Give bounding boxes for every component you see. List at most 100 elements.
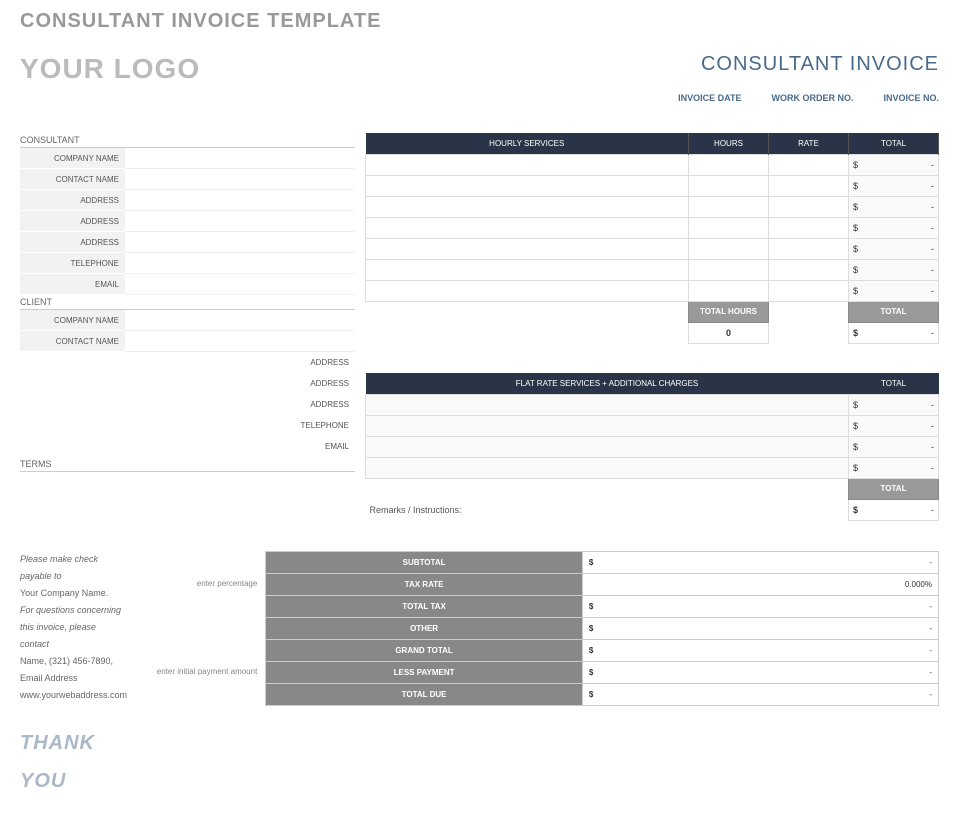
remarks-label: Remarks / Instructions:	[366, 499, 849, 520]
totaldue-row: TOTAL DUE$-	[266, 683, 939, 705]
row-total-cell: $-	[849, 259, 939, 280]
header-row: YOUR LOGO CONSULTANT INVOICE	[20, 53, 939, 85]
invoice-document: CONSULTANT INVOICE TEMPLATE YOUR LOGO CO…	[0, 0, 959, 820]
client-contact-input[interactable]	[125, 331, 355, 352]
consultant-address3-input[interactable]	[125, 232, 355, 253]
service-cell[interactable]	[366, 217, 689, 238]
service-cell[interactable]	[366, 259, 689, 280]
consultant-telephone-input[interactable]	[125, 253, 355, 274]
service-cell[interactable]	[366, 196, 689, 217]
rate-cell[interactable]	[769, 238, 849, 259]
consultant-email-input[interactable]	[125, 274, 355, 295]
invoice-no-col: INVOICE NO.	[883, 93, 939, 103]
rate-cell[interactable]	[769, 259, 849, 280]
consultant-company-input[interactable]	[125, 148, 355, 169]
total-header: TOTAL	[849, 133, 939, 154]
lesspayment-label: LESS PAYMENT	[266, 661, 583, 683]
hours-cell[interactable]	[689, 280, 769, 301]
hours-cell[interactable]	[689, 196, 769, 217]
flat-service-cell[interactable]	[366, 436, 849, 457]
flat-total-label-row: TOTAL	[366, 478, 939, 499]
document-type: CONSULTANT INVOICE	[701, 53, 939, 76]
label-email: EMAIL	[20, 274, 125, 295]
flat-service-cell[interactable]	[366, 394, 849, 415]
subtotal-value: $-	[582, 551, 938, 573]
client-company-input[interactable]	[125, 310, 355, 331]
totaltax-label: TOTAL TAX	[266, 595, 583, 617]
label-contact: CONTACT NAME	[20, 331, 125, 352]
flat-row: $-	[366, 436, 939, 457]
logo-placeholder: YOUR LOGO	[20, 53, 200, 85]
enter-percentage-hint: enter percentage	[127, 573, 257, 595]
totaltax-value: $-	[582, 595, 938, 617]
subtotal-row: SUBTOTAL$-	[266, 551, 939, 573]
label-contact: CONTACT NAME	[20, 169, 125, 190]
label-telephone: TELEPHONE	[20, 421, 355, 430]
hourly-row: $-	[366, 154, 939, 175]
flat-grand-total: $-	[849, 499, 939, 520]
hourly-row: $-	[366, 217, 939, 238]
work-order-label: WORK ORDER NO.	[771, 93, 853, 103]
hours-cell[interactable]	[689, 238, 769, 259]
service-cell[interactable]	[366, 238, 689, 259]
row-total-cell: $-	[849, 196, 939, 217]
row-total-cell: $-	[849, 154, 939, 175]
service-cell[interactable]	[366, 175, 689, 196]
totals-area: enter percentage enter initial payment a…	[127, 551, 939, 706]
hourly-row: $-	[366, 280, 939, 301]
hours-cell[interactable]	[689, 175, 769, 196]
flat-row: $-	[366, 394, 939, 415]
lesspayment-value[interactable]: $-	[582, 661, 938, 683]
flat-service-cell[interactable]	[366, 457, 849, 478]
rate-cell[interactable]	[769, 175, 849, 196]
totaltax-row: TOTAL TAX$-	[266, 595, 939, 617]
consultant-address1-input[interactable]	[125, 190, 355, 211]
consultant-contact-input[interactable]	[125, 169, 355, 190]
hint-column: enter percentage enter initial payment a…	[127, 551, 265, 705]
taxrate-value[interactable]: 0.000%	[582, 573, 938, 595]
lesspayment-row: LESS PAYMENT$-	[266, 661, 939, 683]
hourly-header-row: HOURLY SERVICES HOURS RATE TOTAL	[366, 133, 939, 154]
consultant-company-row: COMPANY NAME	[20, 148, 355, 169]
work-order-col: WORK ORDER NO.	[771, 93, 853, 103]
flat-total-header: TOTAL	[849, 373, 939, 394]
taxrate-row: TAX RATE0.000%	[266, 573, 939, 595]
label-address: ADDRESS	[20, 400, 355, 409]
label-company: COMPANY NAME	[20, 148, 125, 169]
label-telephone: TELEPHONE	[20, 253, 125, 274]
enter-initial-hint: enter initial payment amount	[127, 661, 257, 683]
rate-cell[interactable]	[769, 196, 849, 217]
consultant-address3-row: ADDRESS	[20, 232, 355, 253]
hours-cell[interactable]	[689, 217, 769, 238]
grandtotal-value: $-	[582, 639, 938, 661]
payable-company: Your Company Name.	[20, 585, 127, 602]
row-total-cell: $-	[849, 217, 939, 238]
service-cell[interactable]	[366, 154, 689, 175]
rate-cell[interactable]	[769, 217, 849, 238]
hourly-total-label: TOTAL	[849, 301, 939, 322]
flat-total-value-row: Remarks / Instructions:$-	[366, 499, 939, 520]
grandtotal-row: GRAND TOTAL$-	[266, 639, 939, 661]
service-cell[interactable]	[366, 280, 689, 301]
rate-cell[interactable]	[769, 280, 849, 301]
hours-cell[interactable]	[689, 259, 769, 280]
label-company: COMPANY NAME	[20, 310, 125, 331]
total-hours-label: TOTAL HOURS	[689, 301, 769, 322]
thank-you: THANK YOU	[20, 724, 127, 800]
hours-cell[interactable]	[689, 154, 769, 175]
page-title: CONSULTANT INVOICE TEMPLATE	[20, 10, 939, 33]
contact-line: Name, (321) 456-7890, Email Address	[20, 653, 127, 687]
flat-total-label: TOTAL	[849, 478, 939, 499]
total-hours-value: 0	[689, 322, 769, 343]
consultant-address1-row: ADDRESS	[20, 190, 355, 211]
totaldue-label: TOTAL DUE	[266, 683, 583, 705]
payable-to-label: Please make check payable to	[20, 551, 127, 585]
flat-total-cell: $-	[849, 436, 939, 457]
consultant-address2-input[interactable]	[125, 211, 355, 232]
questions-label: For questions concerning this invoice, p…	[20, 602, 127, 653]
flat-service-cell[interactable]	[366, 415, 849, 436]
consultant-address2-row: ADDRESS	[20, 211, 355, 232]
client-contact-row: CONTACT NAME	[20, 331, 355, 352]
other-value[interactable]: $-	[582, 617, 938, 639]
rate-cell[interactable]	[769, 154, 849, 175]
